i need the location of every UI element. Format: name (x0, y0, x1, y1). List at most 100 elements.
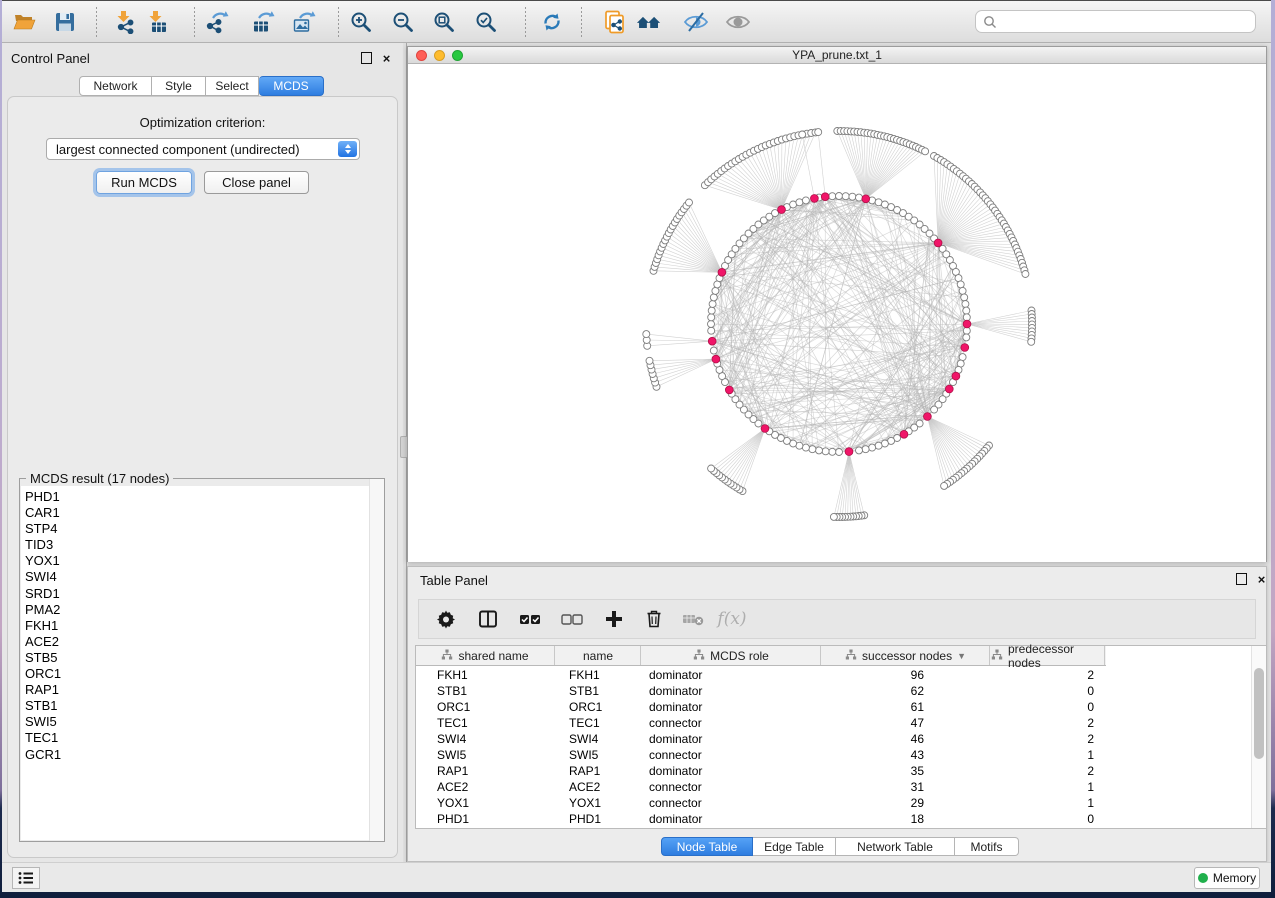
mcds-dominator-node[interactable] (761, 425, 769, 433)
mcds-dominator-node[interactable] (900, 430, 908, 438)
memory-button[interactable]: Memory (1194, 867, 1260, 889)
mcds-result-item[interactable]: PHD1 (21, 489, 383, 505)
zoom-in-icon[interactable] (348, 9, 374, 35)
table-row[interactable]: RAP1RAP1dominator352 (416, 763, 1106, 779)
table-row[interactable]: ORC1ORC1dominator610 (416, 699, 1106, 715)
table-scrollbar[interactable] (1251, 646, 1266, 828)
leaf-node[interactable] (643, 331, 650, 338)
search-input[interactable] (1001, 15, 1255, 29)
open-file-icon[interactable] (12, 9, 38, 35)
mcds-result-item[interactable]: STP4 (21, 521, 383, 537)
mcds-result-list[interactable]: PHD1CAR1STP4TID3YOX1SWI4SRD1PMA2FKH1ACE2… (21, 486, 383, 840)
network-node[interactable] (959, 287, 966, 294)
network-node[interactable] (829, 193, 836, 200)
mcds-result-item[interactable]: ORC1 (21, 666, 383, 682)
zoom-fit-icon[interactable] (431, 9, 457, 35)
column-header-predecessor-nodes[interactable]: predecessor nodes (991, 646, 1105, 665)
network-node[interactable] (712, 287, 719, 294)
mcds-dominator-node[interactable] (924, 413, 932, 421)
network-node[interactable] (862, 446, 869, 453)
zoom-selected-icon[interactable] (473, 9, 499, 35)
mcds-dominator-node[interactable] (708, 337, 716, 345)
tab-network[interactable]: Network (79, 76, 152, 96)
export-network-icon[interactable] (204, 9, 230, 35)
float-table-panel-icon[interactable] (1236, 573, 1247, 585)
network-canvas[interactable] (408, 64, 1266, 562)
leaf-node[interactable] (686, 199, 693, 206)
mcds-dominator-node[interactable] (811, 195, 819, 203)
optimization-criterion-select[interactable]: largest connected component (undirected) (46, 138, 360, 160)
tab-mcds[interactable]: MCDS (259, 76, 324, 96)
network-node[interactable] (931, 406, 938, 413)
select-all-icon[interactable] (513, 606, 547, 632)
network-node[interactable] (849, 193, 856, 200)
leaf-node[interactable] (830, 513, 837, 520)
tab-network-table[interactable]: Network Table (836, 837, 955, 856)
mcds-result-item[interactable]: STB1 (21, 698, 383, 714)
float-panel-icon[interactable] (361, 52, 372, 64)
network-node[interactable] (963, 334, 970, 341)
tab-select[interactable]: Select (206, 76, 259, 96)
deselect-all-icon[interactable] (555, 606, 589, 632)
mcds-result-item[interactable]: YOX1 (21, 553, 383, 569)
table-scrollbar-thumb[interactable] (1254, 668, 1264, 759)
mcds-result-item[interactable]: GCR1 (21, 747, 383, 763)
network-node[interactable] (856, 194, 863, 201)
network-node[interactable] (708, 327, 715, 334)
network-node[interactable] (963, 307, 970, 314)
export-image-icon[interactable] (291, 9, 317, 35)
save-session-icon[interactable] (52, 9, 78, 35)
mcds-result-item[interactable]: RAP1 (21, 682, 383, 698)
table-row[interactable]: YOX1YOX1connector291 (416, 795, 1106, 811)
mcds-dominator-node[interactable] (934, 239, 942, 247)
mcds-list-scrollbar[interactable] (369, 479, 384, 841)
close-table-panel-icon[interactable]: × (1255, 573, 1268, 586)
show-columns-icon[interactable] (471, 606, 505, 632)
network-node[interactable] (708, 314, 715, 321)
network-node[interactable] (959, 354, 966, 361)
mcds-dominator-node[interactable] (862, 195, 870, 203)
tab-edge-table[interactable]: Edge Table (753, 837, 836, 856)
network-node[interactable] (709, 301, 716, 308)
table-settings-gear-icon[interactable] (429, 606, 463, 632)
network-node[interactable] (809, 446, 816, 453)
task-history-button[interactable] (12, 867, 40, 889)
delete-column-trash-icon[interactable] (637, 606, 671, 632)
mcds-result-item[interactable]: STB5 (21, 650, 383, 666)
column-header-MCDS-role[interactable]: MCDS role (642, 646, 821, 665)
tab-style[interactable]: Style (152, 76, 206, 96)
column-header-name[interactable]: name (556, 646, 641, 665)
column-header-shared-name[interactable]: shared name (416, 646, 555, 665)
table-row[interactable]: ACE2ACE2connector311 (416, 779, 1106, 795)
network-node[interactable] (836, 449, 843, 456)
mcds-result-item[interactable]: SWI4 (21, 569, 383, 585)
mcds-result-item[interactable]: SRD1 (21, 586, 383, 602)
run-mcds-button[interactable]: Run MCDS (96, 171, 192, 194)
network-node[interactable] (875, 442, 882, 449)
apply-layout-icon[interactable] (539, 9, 565, 35)
show-all-icon[interactable] (725, 9, 751, 35)
mcds-result-item[interactable]: TID3 (21, 537, 383, 553)
network-node[interactable] (869, 444, 876, 451)
network-node[interactable] (829, 448, 836, 455)
search-field[interactable] (975, 10, 1256, 33)
leaf-node[interactable] (646, 357, 653, 364)
table-row[interactable]: STB1STB1dominator620 (416, 683, 1106, 699)
table-row[interactable]: SWI5SWI5connector431 (416, 747, 1106, 763)
mcds-result-item[interactable]: SWI5 (21, 714, 383, 730)
table-row[interactable]: SWI4SWI4dominator462 (416, 731, 1106, 747)
mcds-dominator-node[interactable] (945, 385, 953, 393)
mcds-dominator-node[interactable] (845, 448, 853, 456)
mcds-dominator-node[interactable] (952, 372, 960, 380)
network-node[interactable] (856, 447, 863, 454)
network-node[interactable] (957, 281, 964, 288)
leaf-node[interactable] (708, 465, 715, 472)
zoom-out-icon[interactable] (390, 9, 416, 35)
first-neighbors-icon[interactable] (636, 9, 662, 35)
close-panel-icon[interactable]: × (380, 52, 393, 65)
create-column-icon[interactable] (597, 606, 631, 632)
leaf-node[interactable] (1028, 338, 1035, 345)
mcds-dominator-node[interactable] (963, 320, 971, 328)
mcds-dominator-node[interactable] (821, 193, 829, 201)
network-node[interactable] (802, 444, 809, 451)
